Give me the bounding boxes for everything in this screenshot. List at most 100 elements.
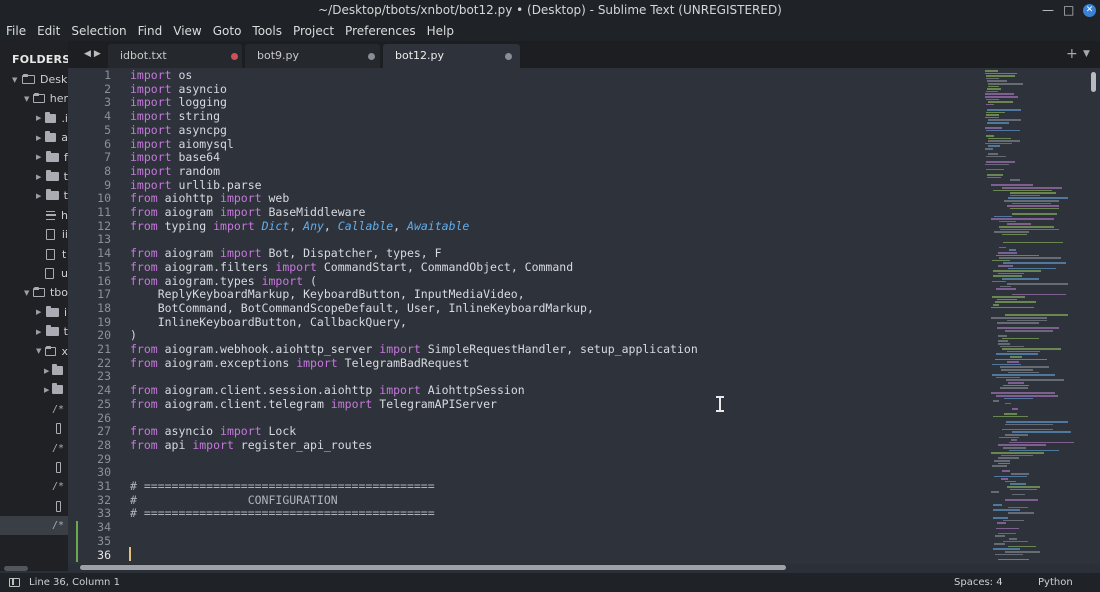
close-button[interactable]: ✕: [1083, 4, 1096, 17]
sidebar-item[interactable]: [0, 458, 68, 477]
collapsed-arrow-icon[interactable]: ▶: [36, 328, 46, 336]
code-line[interactable]: from aiogram.filters import CommandStart…: [130, 260, 573, 275]
menu-find[interactable]: Find: [138, 21, 163, 41]
collapsed-arrow-icon[interactable]: ▶: [36, 308, 46, 316]
indentation-setting[interactable]: Spaces: 4: [954, 573, 1003, 592]
sidebar-item[interactable]: /*: [0, 516, 68, 536]
sidebar-item[interactable]: [0, 419, 68, 438]
collapsed-arrow-icon[interactable]: ▶: [44, 367, 52, 375]
tab-bot9-py[interactable]: bot9.py: [245, 44, 380, 68]
code-line[interactable]: import aiomysql: [130, 137, 234, 152]
menu-help[interactable]: Help: [427, 21, 454, 41]
code-line[interactable]: import os: [130, 68, 192, 83]
collapsed-arrow-icon[interactable]: ▶: [36, 114, 45, 122]
code-line[interactable]: import base64: [130, 150, 220, 165]
minimize-button[interactable]: —: [1042, 0, 1054, 21]
expanded-arrow-icon[interactable]: ▼: [36, 347, 45, 355]
sidebar-item[interactable]: ▼ x: [0, 342, 68, 361]
expanded-arrow-icon[interactable]: ▼: [24, 95, 33, 103]
tab-back-icon[interactable]: ◀: [84, 49, 94, 59]
code-line[interactable]: from aiogram.client.telegram import Tele…: [130, 397, 497, 412]
sidebar-item[interactable]: ▶: [0, 380, 68, 399]
sidebar-horizontal-scrollbar[interactable]: [0, 566, 68, 571]
menu-edit[interactable]: Edit: [37, 21, 60, 41]
expanded-arrow-icon[interactable]: ▼: [24, 289, 33, 297]
tab-nav-arrows[interactable]: ◀▶: [84, 41, 104, 68]
sidebar-item[interactable]: ▶ t: [0, 322, 68, 341]
sidebar-item[interactable]: h: [0, 206, 68, 225]
menu-selection[interactable]: Selection: [71, 21, 126, 41]
maximize-button[interactable]: □: [1063, 0, 1074, 21]
menu-preferences[interactable]: Preferences: [345, 21, 416, 41]
vertical-scrollbar-thumb[interactable]: [1091, 72, 1096, 92]
menu-view[interactable]: View: [173, 21, 201, 41]
code-editor[interactable]: 1 2 3 4 5 6 7 8 9 10 11 12 13 14 15 16 17 18 19 20 21 22 23 24 2…: [68, 68, 1100, 564]
sidebar-item[interactable]: /*: [0, 477, 68, 496]
code-line[interactable]: from aiogram.exceptions import TelegramB…: [130, 356, 469, 371]
code-line[interactable]: from aiogram.types import (: [130, 274, 317, 289]
sidebar-item[interactable]: ▼ Desk: [0, 70, 68, 89]
syntax-selector[interactable]: Python: [1038, 573, 1073, 592]
sidebar-item[interactable]: ▶ t: [0, 167, 68, 186]
tab-forward-icon[interactable]: ▶: [94, 49, 104, 59]
tab-modified-icon[interactable]: [231, 53, 238, 60]
sidebar-scroll-thumb[interactable]: [4, 566, 28, 571]
code-line[interactable]: from aiogram.webhook.aiohttp_server impo…: [130, 342, 698, 357]
code-line[interactable]: import urllib.parse: [130, 178, 262, 193]
code-line[interactable]: from aiogram import BaseMiddleware: [130, 205, 365, 220]
code-line[interactable]: from api import register_api_routes: [130, 438, 372, 453]
sidebar-item[interactable]: [0, 497, 68, 516]
collapsed-arrow-icon[interactable]: ▶: [44, 386, 52, 394]
new-tab-icon[interactable]: +: [1066, 41, 1078, 68]
sidebar-item[interactable]: /*: [0, 439, 68, 458]
code-line[interactable]: from aiohttp import web: [130, 191, 289, 206]
tab-idbot-txt[interactable]: idbot.txt: [108, 44, 242, 68]
sidebar-item[interactable]: ▼ tbo: [0, 283, 68, 302]
code-line[interactable]: ): [130, 329, 137, 343]
cursor-position[interactable]: Line 36, Column 1: [29, 573, 120, 592]
collapsed-arrow-icon[interactable]: ▶: [36, 134, 45, 142]
code-line[interactable]: # ======================================…: [130, 479, 435, 494]
code-line[interactable]: InlineKeyboardButton, CallbackQuery,: [130, 315, 407, 330]
menu-tools[interactable]: Tools: [252, 21, 282, 41]
tab-bot12-py[interactable]: bot12.py: [383, 44, 520, 68]
collapsed-arrow-icon[interactable]: ▶: [36, 173, 46, 181]
horizontal-scroll-thumb[interactable]: [80, 565, 786, 570]
code-line[interactable]: from asyncio import Lock: [130, 424, 296, 439]
code-line[interactable]: from aiogram.client.session.aiohttp impo…: [130, 383, 525, 398]
sidebar-item[interactable]: ii: [0, 225, 68, 244]
tab-list-icon[interactable]: ▼: [1083, 41, 1090, 68]
sidebar-item[interactable]: ▶ .i: [0, 109, 68, 128]
code-line[interactable]: import string: [130, 109, 220, 124]
code-line[interactable]: import logging: [130, 96, 227, 110]
code-line[interactable]: # CONFIGURATION: [130, 493, 338, 508]
sidebar-item[interactable]: ▶ a: [0, 128, 68, 147]
sidebar-item[interactable]: ▶: [0, 361, 68, 380]
collapsed-arrow-icon[interactable]: ▶: [36, 153, 46, 161]
sidebar-item[interactable]: ▶ t: [0, 186, 68, 205]
expanded-arrow-icon[interactable]: ▼: [12, 76, 22, 84]
menu-file[interactable]: File: [6, 21, 26, 41]
menu-project[interactable]: Project: [293, 21, 334, 41]
code-line[interactable]: ReplyKeyboardMarkup, KeyboardButton, Inp…: [130, 287, 525, 302]
code-line[interactable]: # ======================================…: [130, 507, 435, 521]
minimap[interactable]: [985, 68, 1090, 564]
tab-modified-icon[interactable]: [505, 53, 512, 60]
sidebar-item[interactable]: ▶ i: [0, 303, 68, 322]
collapsed-arrow-icon[interactable]: ▶: [36, 192, 46, 200]
menu-goto[interactable]: Goto: [213, 21, 242, 41]
code-line[interactable]: BotCommand, BotCommandScopeDefault, User…: [130, 301, 594, 316]
sidebar-item[interactable]: t: [0, 245, 68, 264]
tab-modified-icon[interactable]: [368, 53, 375, 60]
panel-toggle-icon[interactable]: [9, 578, 20, 587]
code-line[interactable]: import asyncpg: [130, 123, 227, 138]
code-line[interactable]: from aiogram import Bot, Dispatcher, typ…: [130, 246, 442, 261]
code-line[interactable]: import random: [130, 164, 220, 179]
sidebar-item[interactable]: ▶ f: [0, 148, 68, 167]
sidebar-item[interactable]: u: [0, 264, 68, 283]
editor-horizontal-scrollbar[interactable]: [78, 565, 1100, 571]
sidebar-item[interactable]: ▼ her: [0, 89, 68, 108]
code-line[interactable]: import asyncio: [130, 82, 227, 97]
code-line[interactable]: from typing import Dict, Any, Callable, …: [130, 219, 469, 234]
sidebar-item[interactable]: /*: [0, 400, 68, 419]
